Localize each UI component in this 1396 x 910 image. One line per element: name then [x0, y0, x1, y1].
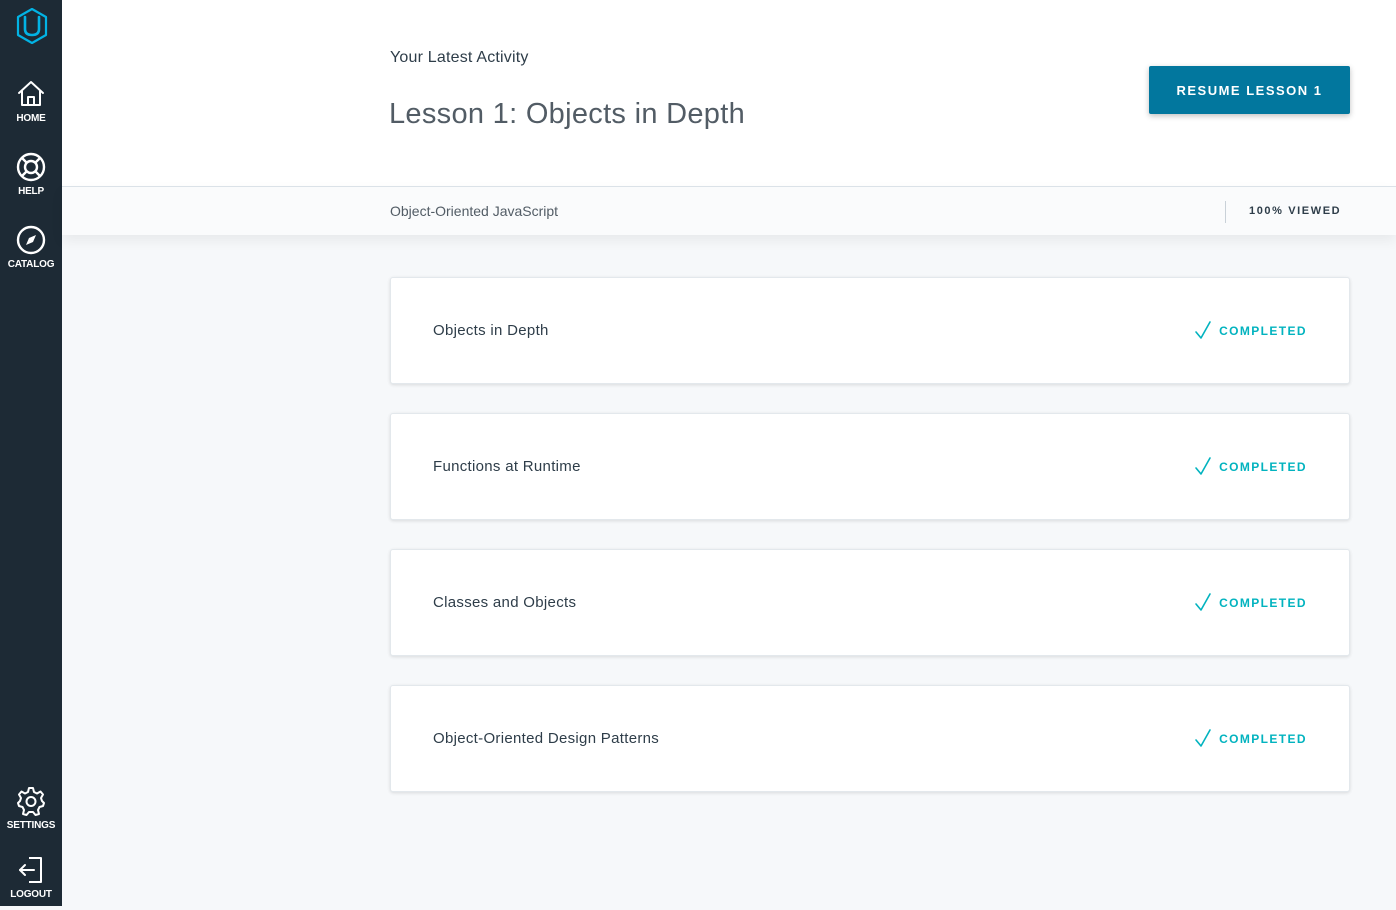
divider — [1225, 201, 1226, 223]
concept-card[interactable]: Classes and Objects COMPLETED — [390, 549, 1350, 656]
concept-list: Objects in Depth COMPLETED Functions at … — [390, 277, 1350, 821]
checkmark-icon — [1195, 321, 1211, 339]
concept-card[interactable]: Object-Oriented Design Patterns COMPLETE… — [390, 685, 1350, 792]
concept-card[interactable]: Objects in Depth COMPLETED — [390, 277, 1350, 384]
checkmark-icon — [1195, 729, 1211, 747]
status-badge: COMPLETED — [1194, 729, 1307, 748]
lifebuoy-icon — [15, 151, 47, 183]
sidebar-item-help[interactable]: HELP — [0, 151, 62, 207]
viewed-percent: 100% VIEWED — [1249, 205, 1342, 217]
status-text: COMPLETED — [1219, 732, 1307, 746]
sidebar-item-catalog[interactable]: CATALOG — [0, 224, 62, 280]
gear-icon — [15, 785, 47, 817]
compass-icon — [15, 224, 47, 256]
concept-title: Functions at Runtime — [433, 458, 581, 475]
udacity-logo-icon[interactable] — [16, 7, 48, 45]
concept-title: Objects in Depth — [433, 322, 549, 339]
sidebar-item-label: CATALOG — [7, 259, 55, 270]
checkmark-icon — [1195, 457, 1211, 475]
sidebar-item-home[interactable]: HOME — [0, 78, 62, 134]
status-badge: COMPLETED — [1194, 321, 1307, 340]
status-text: COMPLETED — [1219, 324, 1307, 338]
status-text: COMPLETED — [1219, 460, 1307, 474]
resume-lesson-button[interactable]: RESUME LESSON 1 — [1149, 66, 1350, 114]
checkmark-icon — [1195, 593, 1211, 611]
status-text: COMPLETED — [1219, 596, 1307, 610]
home-icon — [15, 78, 47, 110]
course-name: Object-Oriented JavaScript — [390, 203, 559, 219]
sidebar-item-label: HOME — [16, 113, 46, 124]
concept-title: Classes and Objects — [433, 594, 577, 611]
concept-title: Object-Oriented Design Patterns — [433, 730, 660, 747]
course-progress-bar: Object-Oriented JavaScript 100% VIEWED — [62, 186, 1396, 235]
concept-card[interactable]: Functions at Runtime COMPLETED — [390, 413, 1350, 520]
activity-label: Your Latest Activity — [390, 49, 529, 66]
lesson-title: Lesson 1: Objects in Depth — [389, 98, 745, 130]
sidebar-item-label: LOGOUT — [10, 889, 52, 900]
status-badge: COMPLETED — [1194, 457, 1307, 476]
latest-activity-header: Your Latest Activity Lesson 1: Objects i… — [62, 0, 1396, 186]
sidebar-item-label: SETTINGS — [6, 820, 56, 831]
logout-icon — [15, 854, 47, 886]
sidebar-item-logout[interactable]: LOGOUT — [0, 854, 62, 910]
sidebar-item-label: HELP — [18, 186, 44, 197]
sidebar: HOME HELP CATALOG SETTINGS LOGOUT — [0, 0, 62, 906]
status-badge: COMPLETED — [1194, 593, 1307, 612]
sidebar-item-settings[interactable]: SETTINGS — [0, 785, 62, 841]
